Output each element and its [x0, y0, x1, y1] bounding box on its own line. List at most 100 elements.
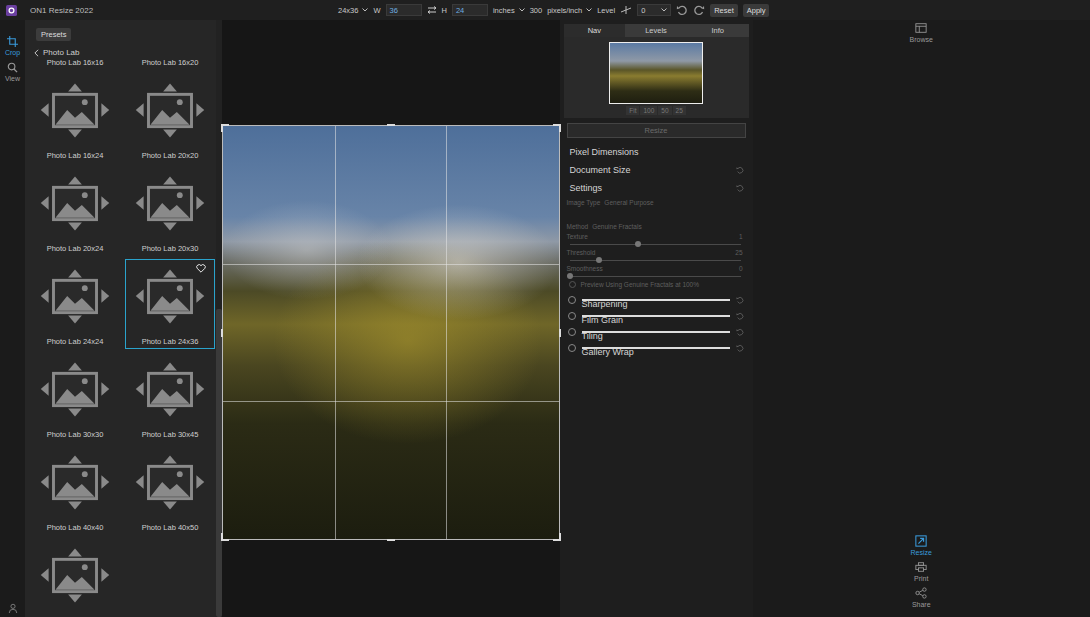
module-toggle[interactable]: [568, 328, 576, 336]
module-button[interactable]: Resize: [911, 535, 932, 556]
module-header[interactable]: Tiling: [564, 324, 749, 340]
tool-button[interactable]: Crop: [5, 36, 20, 56]
back-icon: [34, 49, 39, 57]
level-field[interactable]: 0: [637, 4, 671, 16]
slider-knob[interactable]: [596, 257, 602, 263]
magnifier-icon: [7, 62, 18, 73]
crop-handle[interactable]: [559, 329, 561, 337]
swap-icon[interactable]: [427, 6, 437, 14]
crop-handle[interactable]: [221, 124, 229, 132]
image-placeholder-icon: [31, 74, 119, 146]
main-area: Crop View Presets Photo Lab Photo Lab 16…: [0, 20, 1090, 617]
slider-track[interactable]: [570, 260, 741, 261]
module-toggle[interactable]: [568, 312, 576, 320]
slider-track[interactable]: [570, 244, 741, 245]
module-header[interactable]: Gallery Wrap: [564, 340, 749, 356]
reset-icon[interactable]: [736, 166, 744, 174]
crop-handle[interactable]: [387, 539, 395, 541]
slider-track[interactable]: [570, 276, 741, 277]
preview-checkbox[interactable]: Preview Using Genuine Fractals at 100%: [567, 281, 743, 288]
module-button[interactable]: Browse: [910, 22, 933, 43]
preset-item[interactable]: Photo Lab 24x24: [30, 259, 120, 349]
reset-icon[interactable]: [736, 328, 744, 336]
left-toolbar: Crop View: [0, 20, 25, 617]
user-icon[interactable]: [8, 603, 18, 613]
crop-grid-line: [335, 126, 336, 539]
section-header[interactable]: Document Size: [564, 161, 749, 179]
reset-icon[interactable]: [736, 312, 744, 320]
image-placeholder-icon: [31, 539, 119, 611]
preset-item[interactable]: Photo Lab 20x24: [30, 166, 120, 256]
preset-item[interactable]: Photo Lab 20x20: [125, 73, 215, 163]
reset-button[interactable]: Reset: [710, 4, 738, 17]
preset-item[interactable]: Photo Lab 30x45: [125, 352, 215, 442]
preset-item[interactable]: Photo Lab 40x40: [30, 445, 120, 535]
slider-knob[interactable]: [567, 273, 573, 279]
module-header[interactable]: Film Grain: [564, 308, 749, 324]
slider[interactable]: Smoothness0: [567, 265, 743, 277]
module-header[interactable]: Sharpening: [564, 292, 749, 308]
zoom-button[interactable]: 100: [640, 106, 657, 115]
photo[interactable]: [222, 125, 560, 540]
section-header[interactable]: Settings: [564, 179, 749, 197]
preset-item[interactable]: Photo Lab 16x16: [30, 57, 120, 70]
preset-item[interactable]: Photo Lab 20x30: [125, 166, 215, 256]
resize-button[interactable]: Resize: [567, 123, 746, 138]
resolution-units-dropdown[interactable]: pixels/inch: [547, 6, 592, 15]
module-button[interactable]: Share: [912, 587, 931, 608]
navigator-thumbnail[interactable]: [609, 42, 703, 104]
zoom-button[interactable]: Fit: [626, 106, 639, 115]
preset-item[interactable]: Photo Lab 16x20: [125, 57, 215, 70]
preset-item[interactable]: Photo Lab 16x24: [30, 73, 120, 163]
image-type-row[interactable]: Image TypeGeneral Purpose: [567, 199, 743, 206]
app-logo-icon: [6, 5, 17, 16]
reset-icon[interactable]: [736, 184, 744, 192]
heart-icon[interactable]: [196, 264, 206, 273]
preset-item[interactable]: Photo Lab 24x36: [125, 259, 215, 349]
crop-handle[interactable]: [387, 124, 395, 126]
height-field[interactable]: 24: [452, 4, 488, 16]
zoom-button[interactable]: 50: [658, 106, 671, 115]
presets-button[interactable]: Presets: [36, 28, 71, 41]
crop-handle[interactable]: [553, 124, 561, 132]
resolution-value[interactable]: 300: [530, 6, 543, 15]
panel-tab[interactable]: Nav: [564, 24, 626, 37]
image-placeholder-icon: [31, 167, 119, 239]
preset-item[interactable]: [30, 538, 120, 617]
preset-item[interactable]: Photo Lab 30x30: [30, 352, 120, 442]
presets-category-header[interactable]: Photo Lab: [25, 41, 216, 57]
module-toggle[interactable]: [568, 296, 576, 304]
printer-icon: [915, 561, 927, 573]
crop-handle[interactable]: [221, 533, 229, 541]
module-toggle[interactable]: [568, 344, 576, 352]
method-row[interactable]: MethodGenuine Fractals: [567, 223, 743, 230]
crop-handle[interactable]: [221, 329, 223, 337]
slider-knob[interactable]: [635, 241, 641, 247]
units-dropdown[interactable]: inches: [493, 6, 525, 15]
rotate-right-icon[interactable]: [693, 4, 705, 16]
panel-tab[interactable]: Levels: [625, 24, 687, 37]
panel-tab[interactable]: Info: [687, 24, 749, 37]
tool-button[interactable]: View: [5, 62, 20, 82]
zoom-button[interactable]: 25: [673, 106, 686, 115]
module-button[interactable]: Print: [914, 561, 928, 582]
image-placeholder-icon: [126, 167, 214, 239]
image-placeholder-icon: [126, 446, 214, 518]
crop-handle[interactable]: [553, 533, 561, 541]
width-label: W: [373, 6, 380, 15]
image-placeholder-icon: [126, 353, 214, 425]
slider[interactable]: Texture1: [567, 233, 743, 245]
slider[interactable]: Threshold25: [567, 249, 743, 261]
level-tool-icon[interactable]: [620, 5, 632, 15]
rotate-left-icon[interactable]: [676, 4, 688, 16]
reset-icon[interactable]: [736, 344, 744, 352]
section-header[interactable]: Pixel Dimensions: [564, 143, 749, 161]
image-placeholder-icon: [31, 446, 119, 518]
reset-icon[interactable]: [736, 296, 744, 304]
apply-button[interactable]: Apply: [743, 4, 770, 17]
preset-item[interactable]: Photo Lab 40x50: [125, 445, 215, 535]
level-label: Level: [597, 6, 615, 15]
width-field[interactable]: 36: [386, 4, 422, 16]
image-placeholder-icon: [126, 74, 214, 146]
preset-dropdown[interactable]: 24x36: [338, 6, 368, 15]
